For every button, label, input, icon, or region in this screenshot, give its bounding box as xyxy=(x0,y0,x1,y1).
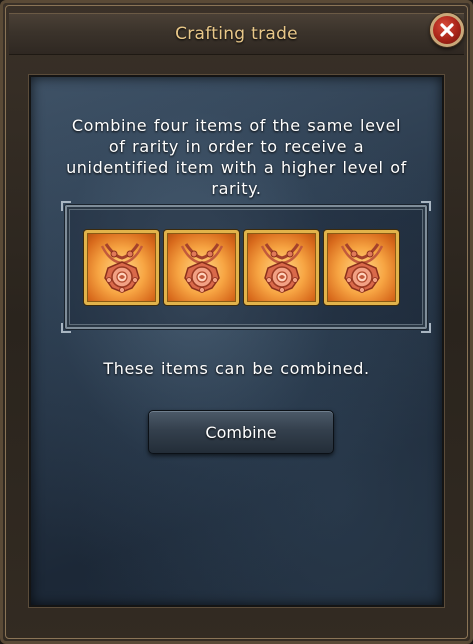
content-panel: Combine four items of the same level of … xyxy=(29,75,444,607)
frame-corner xyxy=(421,201,431,211)
item-slot-3[interactable] xyxy=(244,230,319,305)
combine-button[interactable]: Combine xyxy=(148,410,334,454)
necklace-icon xyxy=(260,242,303,293)
title-bar: Crafting trade xyxy=(9,13,464,55)
item-slots xyxy=(84,230,399,305)
item-slots-frame xyxy=(61,201,431,333)
frame-corner xyxy=(61,323,71,333)
frame-corner xyxy=(61,201,71,211)
close-button[interactable] xyxy=(430,13,464,47)
item-slot-2[interactable] xyxy=(164,230,239,305)
crafting-trade-window: Crafting trade Combine four items of the… xyxy=(0,0,473,644)
window-title: Crafting trade xyxy=(175,24,298,44)
necklace-icon xyxy=(340,242,383,293)
description-text: Combine four items of the same level of … xyxy=(66,116,407,198)
item-slot-1[interactable] xyxy=(84,230,159,305)
close-icon xyxy=(440,23,454,37)
item-slot-4[interactable] xyxy=(324,230,399,305)
necklace-icon xyxy=(180,242,223,293)
combine-status-text: These items can be combined. xyxy=(103,359,370,378)
frame-corner xyxy=(421,323,431,333)
necklace-icon xyxy=(100,242,143,293)
